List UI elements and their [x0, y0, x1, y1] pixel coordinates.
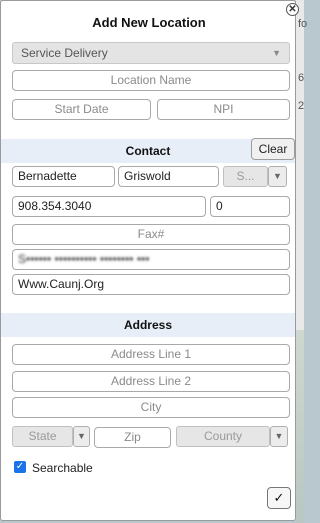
extension-input[interactable]: 0 — [210, 196, 290, 217]
address-section-header: Address — [1, 313, 295, 337]
website-input[interactable]: Www.Caunj.Org — [12, 274, 290, 295]
county-dropdown-button[interactable]: ▼ — [270, 426, 288, 447]
chevron-down-icon: ▼ — [77, 431, 86, 441]
suffix-select[interactable]: S... — [223, 166, 268, 187]
background-text: fo — [298, 18, 308, 30]
address-line1-input[interactable]: Address Line 1 — [12, 344, 290, 365]
email-input[interactable]: S•••••• •••••••••• •••••••• ••• — [12, 249, 290, 270]
location-type-select[interactable]: Service Delivery ▼ — [12, 42, 290, 64]
checkmark-icon: ✓ — [273, 490, 285, 505]
address-heading: Address — [123, 318, 173, 332]
phone-input[interactable]: 908.354.3040 — [12, 196, 206, 217]
contact-heading: Contact — [125, 144, 171, 158]
start-date-input[interactable]: Start Date — [12, 99, 151, 120]
add-location-dialog: Add New Location Service Delivery ▼ Loca… — [0, 0, 296, 521]
searchable-label: Searchable — [32, 461, 93, 475]
state-select[interactable]: State — [12, 426, 73, 447]
city-input[interactable]: City — [12, 397, 290, 418]
npi-input[interactable]: NPI — [157, 99, 290, 120]
background-text: 2 — [298, 100, 305, 112]
last-name-input[interactable]: Griswold — [118, 166, 219, 187]
chevron-down-icon: ▼ — [272, 48, 281, 58]
chevron-down-icon: ▼ — [273, 171, 282, 181]
zip-input[interactable]: Zip — [94, 427, 171, 448]
clear-contact-button[interactable]: Clear — [251, 138, 295, 160]
close-icon[interactable]: ✕ — [286, 3, 299, 16]
suffix-dropdown-button[interactable]: ▼ — [268, 166, 287, 187]
address-line2-input[interactable]: Address Line 2 — [12, 371, 290, 392]
location-name-input[interactable]: Location Name — [12, 70, 290, 91]
background-map — [296, 330, 304, 523]
dialog-title: Add New Location — [92, 15, 206, 30]
state-dropdown-button[interactable]: ▼ — [73, 426, 90, 447]
email-value: S•••••• •••••••••• •••••••• ••• — [18, 252, 150, 266]
location-type-value: Service Delivery — [21, 46, 108, 60]
chevron-down-icon: ▼ — [274, 431, 284, 441]
searchable-checkbox[interactable]: ✓ — [14, 461, 26, 473]
county-select[interactable]: County — [176, 426, 270, 447]
fax-input[interactable]: Fax# — [12, 224, 290, 245]
background-text: 6 — [298, 72, 305, 84]
first-name-input[interactable]: Bernadette — [12, 166, 115, 187]
confirm-button[interactable]: ✓ — [267, 487, 291, 509]
